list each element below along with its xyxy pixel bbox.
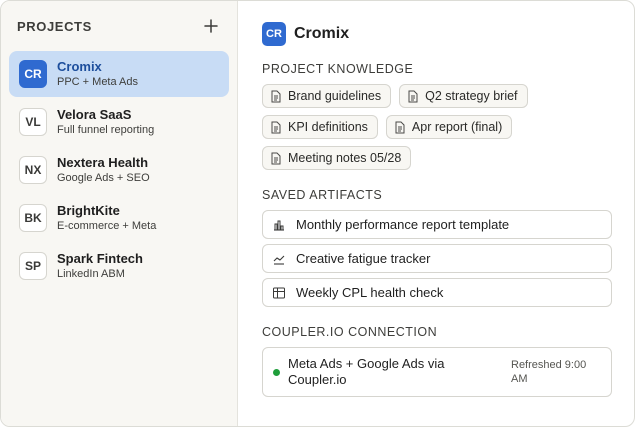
knowledge-chip-label: Brand guidelines xyxy=(288,89,382,103)
knowledge-chip-label: Apr report (final) xyxy=(411,120,503,134)
project-header-avatar: CR xyxy=(262,22,286,46)
connection-status-dot xyxy=(273,368,280,376)
connection-name: Meta Ads + Google Ads via Coupler.io xyxy=(288,355,445,387)
project-subtitle: PPC + Meta Ads xyxy=(57,75,139,88)
knowledge-chip[interactable]: Meeting notes 05/28 xyxy=(262,146,412,170)
sidebar-title: PROJECTS xyxy=(17,18,92,34)
project-subtitle: E-commerce + Meta xyxy=(57,219,157,232)
knowledge-section-label: PROJECT KNOWLEDGE xyxy=(262,62,414,76)
bar-chart-icon xyxy=(272,218,286,232)
project-item-brightkite[interactable]: BK BrightKite E-commerce + Meta xyxy=(9,195,229,241)
add-project-button[interactable] xyxy=(201,16,221,36)
knowledge-chip[interactable]: KPI definitions xyxy=(262,115,378,139)
project-item-velora[interactable]: VL Velora SaaS Full funnel reporting xyxy=(9,99,229,145)
document-icon xyxy=(407,90,419,103)
knowledge-chip-label: KPI definitions xyxy=(288,120,368,134)
artifacts-section-label: SAVED ARTIFACTS xyxy=(262,188,383,202)
knowledge-chip[interactable]: Apr report (final) xyxy=(385,115,513,139)
project-subtitle: LinkedIn ABM xyxy=(57,267,125,280)
knowledge-chip[interactable]: Brand guidelines xyxy=(262,84,392,108)
project-item-cromix[interactable]: CR Cromix PPC + Meta Ads xyxy=(9,51,229,97)
document-icon xyxy=(394,121,406,134)
project-name: Spark Fintech xyxy=(57,251,143,267)
project-avatar: SP xyxy=(19,252,47,280)
knowledge-chip-label: Q2 strategy brief xyxy=(425,89,518,103)
connection-card[interactable]: Meta Ads + Google Ads via Coupler.io Ref… xyxy=(262,347,612,397)
artifact-item[interactable]: Weekly CPL health check xyxy=(262,278,612,307)
trend-line-icon xyxy=(272,252,286,266)
project-name: BrightKite xyxy=(57,203,120,219)
document-icon xyxy=(270,90,282,103)
sidebar-header: PROJECTS xyxy=(9,1,229,51)
project-item-nextera[interactable]: NX Nextera Health Google Ads + SEO xyxy=(9,147,229,193)
knowledge-chip[interactable]: Q2 strategy brief xyxy=(399,84,528,108)
connection-section-label: COUPLER.IO CONNECTION xyxy=(262,325,438,339)
projects-sidebar: PROJECTS CR Cromix PPC + Meta Ads VL Vel… xyxy=(1,1,238,426)
project-avatar: BK xyxy=(19,204,47,232)
artifact-item[interactable]: Monthly performance report template xyxy=(262,210,612,239)
project-header: CR Cromix xyxy=(262,21,612,47)
page-title: Cromix xyxy=(294,25,350,42)
plus-icon xyxy=(204,19,218,33)
artifact-label: Creative fatigue tracker xyxy=(296,251,431,266)
app-window: PROJECTS CR Cromix PPC + Meta Ads VL Vel… xyxy=(0,0,635,427)
document-icon xyxy=(270,121,282,134)
connection-refreshed: Refreshed 9:00 AM xyxy=(511,358,587,385)
project-avatar: NX xyxy=(19,156,47,184)
knowledge-chip-label: Meeting notes 05/28 xyxy=(288,151,402,165)
project-subtitle: Full funnel reporting xyxy=(57,123,155,136)
artifact-label: Monthly performance report template xyxy=(296,217,510,232)
project-item-spark[interactable]: SP Spark Fintech LinkedIn ABM xyxy=(9,243,229,289)
knowledge-list: Brand guidelines Q2 strategy brief KPI d… xyxy=(262,84,612,170)
project-name: Nextera Health xyxy=(57,155,149,171)
project-name: Velora SaaS xyxy=(57,107,132,123)
table-icon xyxy=(272,286,286,300)
document-icon xyxy=(270,152,282,165)
artifact-item[interactable]: Creative fatigue tracker xyxy=(262,244,612,273)
artifacts-list: Monthly performance report template Crea… xyxy=(262,210,612,307)
project-avatar: VL xyxy=(19,108,47,136)
artifact-label: Weekly CPL health check xyxy=(296,285,444,300)
project-avatar: CR xyxy=(19,60,47,88)
project-subtitle: Google Ads + SEO xyxy=(57,171,150,184)
project-name: Cromix xyxy=(57,59,102,75)
project-detail: CR Cromix PROJECT KNOWLEDGE Brand guidel… xyxy=(238,1,634,426)
